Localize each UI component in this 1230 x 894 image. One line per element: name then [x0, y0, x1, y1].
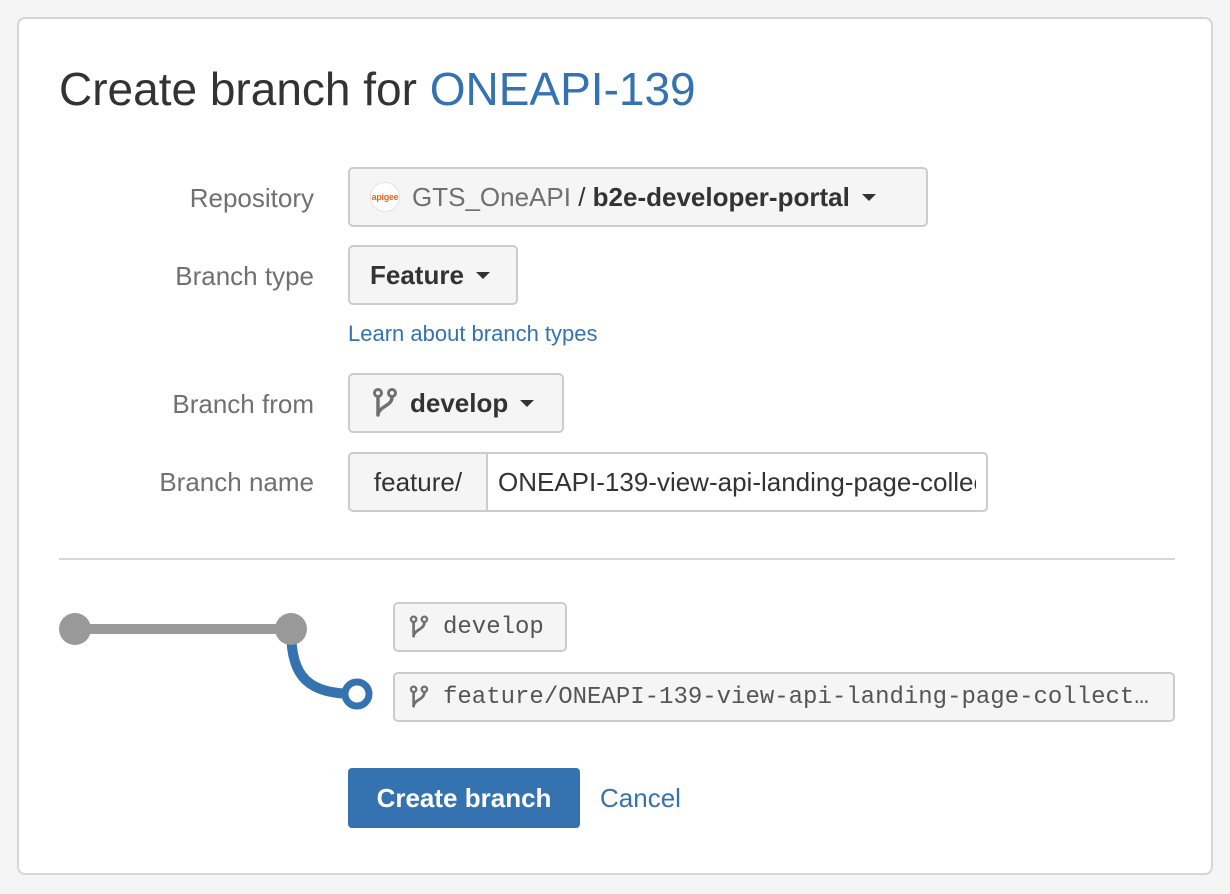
apigee-logo: apigee: [370, 182, 400, 212]
base-branch-tag: develop: [393, 602, 567, 652]
cancel-link[interactable]: Cancel: [600, 783, 681, 813]
title-prefix: Create branch for: [59, 63, 430, 115]
divider: [59, 558, 1175, 560]
branch-name-input[interactable]: [486, 452, 988, 512]
branch-type-select[interactable]: Feature: [348, 245, 518, 305]
issue-key-link[interactable]: ONEAPI-139: [430, 63, 696, 115]
dialog-title: Create branch for ONEAPI-139: [59, 59, 696, 119]
branch-type-label: Branch type: [175, 261, 314, 291]
graph-commit-head: [275, 613, 307, 645]
graph-commit-start: [59, 613, 91, 645]
graph-new-branch-node: [341, 678, 373, 710]
new-branch-tag: feature/ONEAPI-139-view-api-landing-page…: [393, 672, 1175, 722]
branch-from-label: Branch from: [172, 389, 314, 419]
create-branch-button[interactable]: Create branch: [348, 768, 580, 828]
branch-icon: [409, 615, 429, 638]
create-branch-dialog: Create branch for ONEAPI-139 Repository …: [17, 17, 1213, 875]
repository-label: Repository: [189, 183, 314, 213]
branch-icon: [409, 685, 429, 708]
chevron-down-icon: [475, 271, 490, 279]
branch-name-prefix: feature/: [348, 452, 488, 512]
learn-branch-types-link[interactable]: Learn about branch types: [348, 321, 598, 347]
branch-name-label: Branch name: [159, 467, 314, 497]
branch-icon: [373, 388, 397, 417]
branch-graph: [59, 613, 373, 710]
chevron-down-icon: [520, 399, 535, 407]
repository-project: GTS_OneAPI: [412, 181, 571, 212]
repository-name: b2e-developer-portal: [592, 181, 850, 212]
chevron-down-icon: [861, 193, 876, 201]
branch-type-value: Feature: [370, 259, 464, 290]
repository-select[interactable]: apigee GTS_OneAPI / b2e-developer-portal: [348, 167, 928, 227]
repository-separator: /: [570, 181, 593, 212]
base-branch-name: develop: [443, 613, 544, 641]
branch-from-value: develop: [410, 387, 509, 418]
branch-from-select[interactable]: develop: [348, 373, 564, 433]
new-branch-name: feature/ONEAPI-139-view-api-landing-page…: [443, 683, 1159, 711]
